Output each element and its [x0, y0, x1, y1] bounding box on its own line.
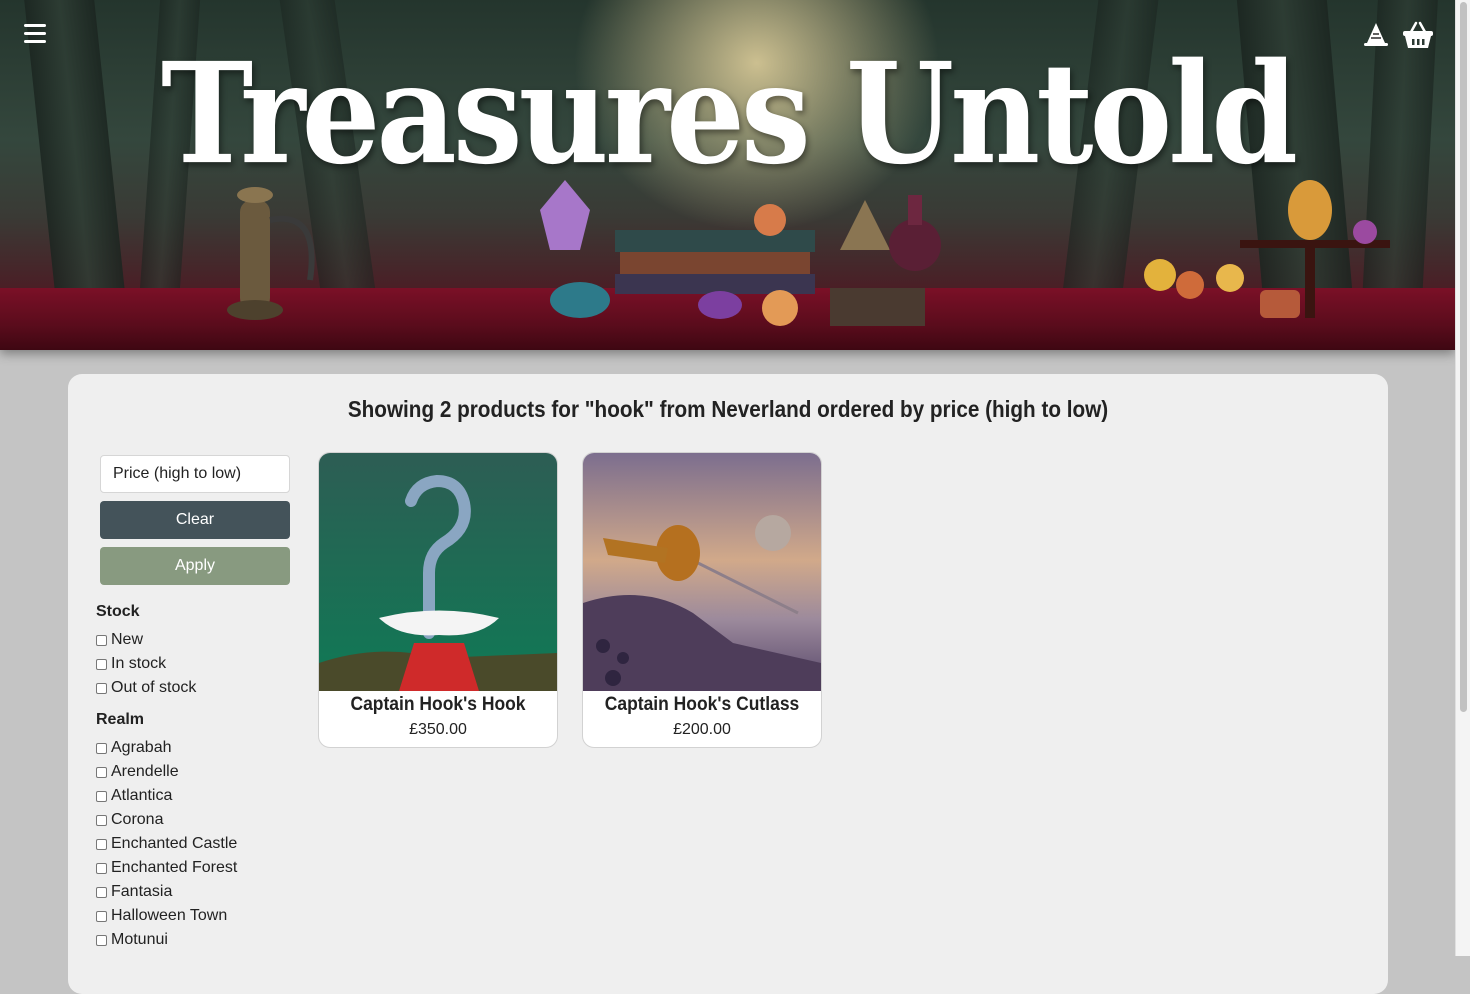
stock-option-out-of-stock[interactable]: Out of stock	[96, 677, 196, 699]
checkbox[interactable]	[96, 658, 107, 670]
realm-option-motunui[interactable]: Motunui	[96, 929, 168, 951]
option-label: Out of stock	[111, 679, 197, 696]
realm-option-arendelle[interactable]: Arendelle	[96, 761, 179, 783]
product-price: £350.00	[409, 721, 467, 738]
checkbox[interactable]	[96, 766, 107, 778]
basket-icon[interactable]	[1402, 20, 1434, 50]
option-label: Enchanted Castle	[111, 835, 238, 852]
realm-option-agrabah[interactable]: Agrabah	[96, 737, 172, 759]
option-label: Corona	[111, 811, 164, 828]
checkbox[interactable]	[96, 790, 107, 802]
stock-option-new[interactable]: New	[96, 629, 143, 651]
apply-button[interactable]: Apply	[100, 547, 290, 585]
product-name[interactable]: Captain Hook's Hook	[329, 694, 548, 716]
product-card[interactable]: Captain Hook's Hook £350.00	[318, 452, 558, 748]
product-price: £200.00	[673, 721, 731, 738]
realm-option-halloween-town[interactable]: Halloween Town	[96, 905, 227, 927]
realm-option-fantasia[interactable]: Fantasia	[96, 881, 172, 903]
checkbox[interactable]	[96, 838, 107, 850]
scrollbar-thumb[interactable]	[1460, 2, 1467, 712]
option-label: New	[111, 631, 144, 648]
product-image-hook[interactable]	[319, 453, 557, 691]
checkbox[interactable]	[96, 910, 107, 922]
stock-filter-heading: Stock	[96, 603, 140, 620]
realm-option-enchanted-forest[interactable]: Enchanted Forest	[96, 857, 237, 879]
crystals-and-books-decoration	[540, 180, 941, 326]
checkbox[interactable]	[96, 814, 107, 826]
realm-option-enchanted-castle[interactable]: Enchanted Castle	[96, 833, 237, 855]
option-label: Fantasia	[111, 883, 173, 900]
clear-button[interactable]: Clear	[100, 501, 290, 539]
checkbox[interactable]	[96, 634, 107, 646]
checkbox[interactable]	[96, 862, 107, 874]
option-label: Halloween Town	[111, 907, 228, 924]
option-label: Arendelle	[111, 763, 179, 780]
results-heading: Showing 2 products for "hook" from Never…	[347, 396, 1109, 422]
checkbox[interactable]	[96, 742, 107, 754]
checkbox[interactable]	[96, 886, 107, 898]
realm-option-corona[interactable]: Corona	[96, 809, 163, 831]
product-card[interactable]: Captain Hook's Cutlass £200.00	[582, 452, 822, 748]
hero-banner: Treasures Untold	[0, 0, 1455, 350]
option-label: Atlantica	[111, 787, 173, 804]
option-label: Motunui	[111, 931, 168, 948]
results-panel: Showing 2 products for "hook" from Never…	[68, 374, 1388, 994]
product-image-cutlass[interactable]	[583, 453, 821, 691]
realm-option-atlantica[interactable]: Atlantica	[96, 785, 172, 807]
option-label: Enchanted Forest	[111, 859, 238, 876]
site-title: Treasures Untold	[160, 33, 1298, 196]
realm-filter-heading: Realm	[96, 711, 145, 728]
option-label: Agrabah	[111, 739, 172, 756]
wizard-hat-icon[interactable]	[1362, 21, 1390, 49]
stock-option-in-stock[interactable]: In stock	[96, 653, 166, 675]
sort-select[interactable]: Price (high to low)	[100, 455, 290, 493]
hamburger-menu-icon[interactable]	[24, 24, 46, 44]
page-scrollbar[interactable]	[1455, 0, 1470, 956]
checkbox[interactable]	[96, 682, 107, 694]
option-label: In stock	[111, 655, 167, 672]
checkbox[interactable]	[96, 934, 107, 946]
product-name[interactable]: Captain Hook's Cutlass	[593, 694, 812, 716]
